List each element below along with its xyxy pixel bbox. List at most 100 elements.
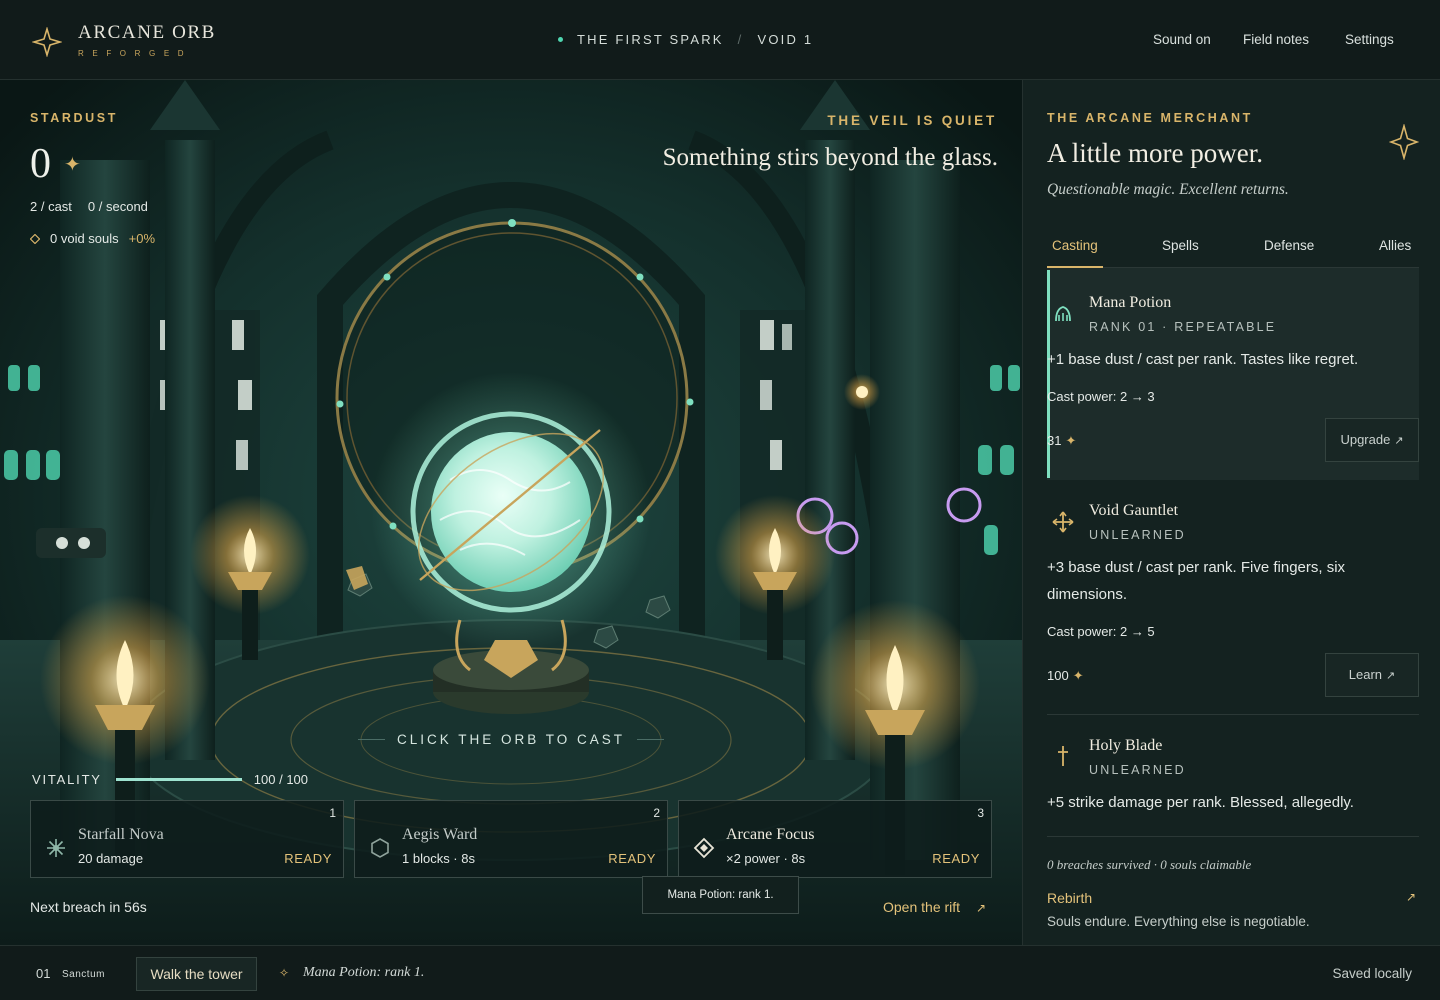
tab-allies[interactable]: Allies (1379, 238, 1411, 253)
potion-icon (1055, 306, 1071, 322)
divider (1047, 714, 1419, 715)
spell-name: Starfall Nova (78, 826, 164, 843)
spell-slot-aegis-ward[interactable]: 2 Aegis Ward 1 blocks · 8s READY (354, 800, 668, 878)
spell-status: READY (608, 851, 656, 866)
brand-subtitle: REFORGED (78, 49, 193, 58)
field-notes-link[interactable]: Field notes (1243, 32, 1309, 47)
item-name: Mana Potion (1089, 294, 1172, 311)
rebirth-description: Souls endure. Everything else is negotia… (1047, 914, 1310, 929)
arcane-orb[interactable] (413, 414, 609, 610)
spell-hotkey: 3 (977, 806, 984, 820)
void-souls-bonus: +0% (128, 231, 156, 246)
item-name: Void Gauntlet (1089, 502, 1179, 519)
tab-defense[interactable]: Defense (1264, 238, 1314, 253)
divider (1047, 836, 1419, 837)
diamond-focus-icon (693, 837, 715, 859)
cast-hint: CLICK THE ORB TO CAST (358, 732, 665, 747)
top-bar: ARCANE ORB REFORGED THE FIRST SPARK / VO… (0, 0, 1440, 80)
void-souls: 0 void souls +0% (30, 231, 155, 246)
breadcrumb: THE FIRST SPARK / VOID 1 (558, 32, 813, 47)
settings-link[interactable]: Settings (1345, 32, 1394, 47)
dagger-icon (1058, 746, 1068, 766)
spell-slot-arcane-focus[interactable]: 3 Arcane Focus ×2 power · 8s READY (678, 800, 992, 878)
breadcrumb-level: VOID 1 (757, 32, 814, 47)
merchant-title: A little more power. (1047, 138, 1263, 168)
hexagon-shield-icon (371, 838, 389, 858)
item-rank: UNLEARNED (1089, 528, 1186, 542)
item-name: Holy Blade (1089, 737, 1163, 754)
spell-name: Arcane Focus (726, 826, 815, 843)
merchant-subtitle: Questionable magic. Excellent returns. (1047, 181, 1289, 198)
walk-tower-button[interactable]: Walk the tower (136, 957, 257, 991)
spell-stat: 1 blocks · 8s (402, 851, 475, 866)
rebirth-link[interactable]: Rebirth (1047, 890, 1092, 906)
sound-toggle[interactable]: Sound on (1153, 32, 1211, 47)
sparkle-icon: ✦ (1072, 668, 1084, 683)
item-description: +1 base dust / cast per rank. Tastes lik… (1047, 351, 1359, 368)
arrow-up-right-icon: ↗ (976, 901, 987, 915)
sparkle-icon: ✦ (64, 154, 81, 176)
spell-slot-starfall-nova[interactable]: 1 Starfall Nova 20 damage READY (30, 800, 344, 878)
shop-item-holy-blade: Holy Blade UNLEARNED +5 strike damage pe… (1047, 728, 1419, 828)
vitality-label: VITALITY (32, 771, 102, 787)
stardust-label: STARDUST (30, 111, 118, 125)
gauntlet-icon (1052, 511, 1074, 533)
breach-timer: Next breach in 56s (30, 899, 147, 915)
spell-stat: 20 damage (78, 851, 144, 866)
item-cost: 100 ✦ (1047, 668, 1084, 683)
open-rift-link[interactable]: Open the rift ↗ (883, 899, 986, 915)
upgrade-button[interactable]: Upgrade ↗ (1325, 418, 1419, 462)
four-point-star-icon: ✧ (279, 966, 290, 980)
prestige-summary: 0 breaches survived · 0 souls claimable (1047, 857, 1252, 872)
spell-hotkey: 1 (329, 806, 336, 820)
breadcrumb-area: THE FIRST SPARK (577, 32, 724, 47)
per-second-rate: 0 / second (87, 199, 148, 214)
void-souls-count: 0 void souls (50, 231, 119, 246)
status-dot-icon (558, 37, 563, 42)
spell-hotkey: 2 (653, 806, 660, 820)
learn-button[interactable]: Learn ↗ (1325, 653, 1419, 697)
tab-spells[interactable]: Spells (1162, 238, 1199, 253)
spell-status: READY (932, 851, 980, 866)
sparkle-icon: ✦ (1065, 433, 1077, 448)
vitality-bar (115, 777, 242, 781)
item-cost: 31 ✦ (1047, 433, 1077, 448)
shop-item-mana-potion: Mana Potion RANK 01 · REPEATABLE +1 base… (1047, 268, 1419, 480)
arrow-up-right-icon: ↗ (1386, 670, 1396, 682)
item-rank: UNLEARNED (1089, 763, 1186, 777)
shop-tabs: Casting Spells Defense Allies (1047, 232, 1419, 268)
starburst-icon (47, 839, 65, 857)
item-description: +3 base dust / cast per rank. Five finge… (1047, 559, 1346, 603)
spell-name: Aegis Ward (402, 826, 478, 843)
vitality-meter: VITALITY 100 / 100 (32, 770, 332, 788)
shop-item-void-gauntlet: Void Gauntlet UNLEARNED +3 base dust / c… (1047, 488, 1419, 708)
income-rates: 2 / cast 0 / second (30, 199, 148, 214)
footer-bar: 01 Sanctum Walk the tower ✧ Mana Potion:… (0, 945, 1440, 1000)
location-number: 01 (36, 966, 51, 981)
game-scene: STARDUST 0 ✦ 2 / cast 0 / second 0 void s… (0, 80, 1022, 945)
vitality-value: 100 / 100 (253, 771, 309, 787)
toast-tooltip: Mana Potion: rank 1. (642, 876, 799, 914)
spell-stat: ×2 power · 8s (726, 851, 806, 866)
save-status: Saved locally (1332, 966, 1412, 981)
merchant-panel: THE ARCANE MERCHANT A little more power.… (1022, 80, 1440, 945)
location-name: Sanctum (62, 969, 105, 980)
four-point-star-icon (1389, 124, 1419, 160)
item-power: Cast power: 2 → 3 (1047, 389, 1155, 404)
stardust-value: 0 (30, 141, 51, 187)
item-power: Cast power: 2 → 5 (1047, 624, 1155, 639)
veil-status-text: Something stirs beyond the glass. (662, 144, 998, 171)
per-cast-rate: 2 / cast (30, 199, 72, 214)
arrow-up-right-icon[interactable]: ↗ (1406, 890, 1416, 904)
brand-title: ARCANE ORB (78, 22, 216, 43)
event-log: Mana Potion: rank 1. (303, 965, 425, 980)
arrow-up-right-icon: ↗ (1394, 435, 1404, 447)
diamond-icon (30, 233, 40, 244)
item-rank: RANK 01 · REPEATABLE (1089, 320, 1277, 334)
tab-casting[interactable]: Casting (1052, 238, 1098, 253)
four-point-star-icon (32, 27, 62, 57)
veil-status-label: THE VEIL IS QUIET (827, 113, 997, 128)
spell-status: READY (284, 851, 332, 866)
item-description: +5 strike damage per rank. Blessed, alle… (1047, 794, 1354, 811)
merchant-label: THE ARCANE MERCHANT (1047, 111, 1253, 125)
